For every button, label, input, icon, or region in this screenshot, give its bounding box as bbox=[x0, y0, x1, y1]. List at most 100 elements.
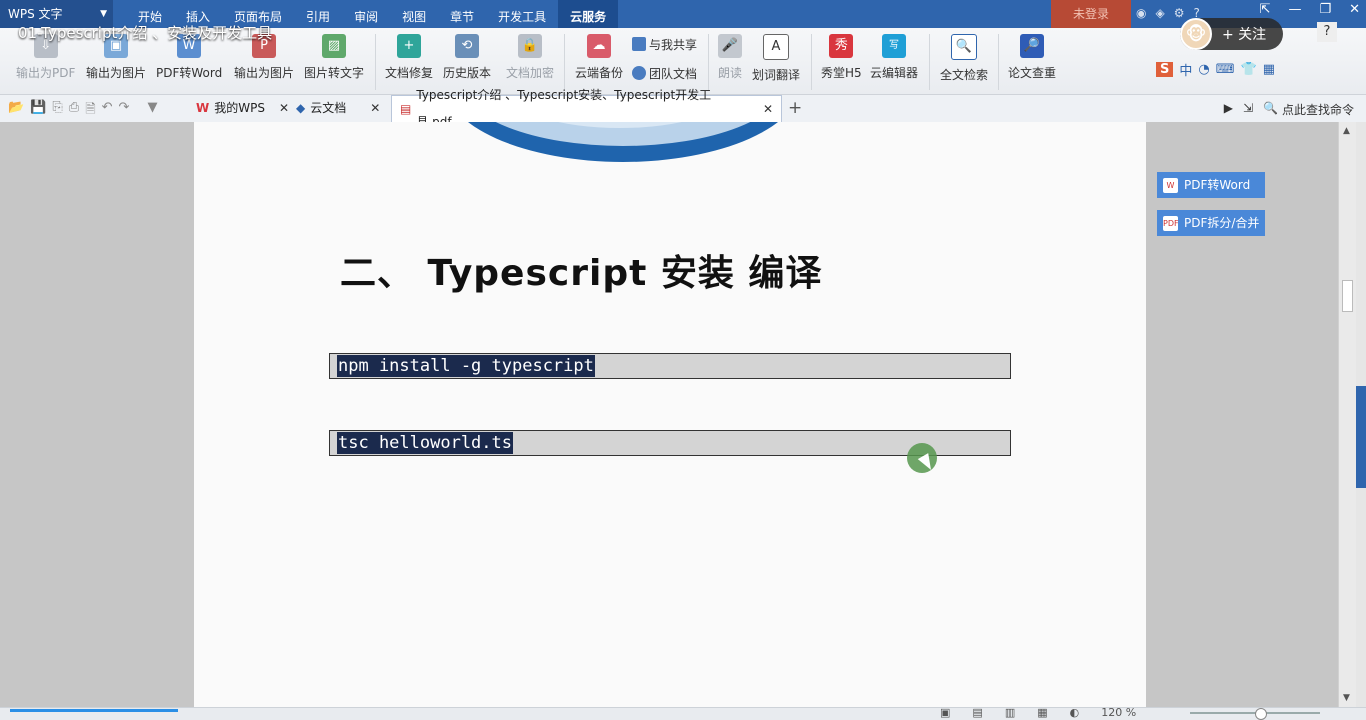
pdf-file-icon: ▤ bbox=[400, 101, 412, 116]
zoom-level[interactable]: 120 % bbox=[1101, 706, 1136, 719]
history-label: 历史版本 bbox=[443, 66, 492, 80]
pdf-to-word-side-button[interactable]: W PDF转Word bbox=[1157, 172, 1265, 198]
fulltext-search-button[interactable]: 🔍 全文检索 bbox=[940, 34, 988, 83]
code-line-install: npm install -g typescript bbox=[337, 355, 595, 377]
print-icon[interactable]: ⎙ bbox=[69, 100, 79, 122]
presentation-icon[interactable]: ▶ bbox=[1224, 101, 1233, 118]
page-view-icon[interactable]: ▣ bbox=[940, 706, 950, 719]
divider bbox=[998, 34, 999, 90]
vertical-scrollbar[interactable]: ▲ ▼ bbox=[1338, 122, 1357, 707]
new-tab-button[interactable]: + bbox=[788, 98, 802, 118]
grid-icon[interactable]: ▦ bbox=[1263, 62, 1275, 77]
zoom-slider-knob[interactable] bbox=[1255, 708, 1267, 720]
help-button[interactable]: ? bbox=[1317, 22, 1337, 42]
video-progress-bar bbox=[10, 709, 178, 712]
video-title: 01-Typescript介绍 、安装及开发工具 bbox=[18, 24, 273, 42]
save-icon[interactable]: 💾 bbox=[30, 100, 46, 122]
pin-icon[interactable]: ⇲ bbox=[1243, 101, 1253, 118]
tab-active-document[interactable]: ▤ Typescript介绍 、Typescript安装、Typescript开… bbox=[391, 88, 782, 129]
cloud-editor-button[interactable]: 写 云编辑器 bbox=[870, 34, 918, 81]
open-folder-icon[interactable]: 📂 bbox=[8, 100, 24, 122]
pdf-icon: W bbox=[1163, 177, 1178, 193]
restore-icon[interactable]: ⇱ bbox=[1260, 2, 1271, 17]
customize-dropdown-icon[interactable]: ▼ bbox=[147, 100, 157, 122]
share-icon bbox=[632, 37, 646, 51]
close-icon[interactable]: ✕ bbox=[763, 96, 773, 123]
menu-view[interactable]: 视图 bbox=[390, 0, 438, 28]
menu-cloud-service[interactable]: 云服务 bbox=[558, 0, 619, 28]
history-button[interactable]: ⟲ 历史版本 bbox=[443, 34, 491, 81]
sogou-ime-icon[interactable]: S bbox=[1156, 62, 1174, 77]
tab-my-wps[interactable]: W 我的WPS ✕ bbox=[196, 95, 289, 122]
save-as-icon[interactable]: ⎘ bbox=[52, 100, 62, 122]
pdf-split-merge-button[interactable]: PDF PDF拆分/合并 bbox=[1157, 210, 1265, 236]
document-page: 二、 Typescript 安装 编译 npm install -g types… bbox=[194, 122, 1146, 707]
cloud-backup-button[interactable]: ☁ 云端备份 bbox=[575, 34, 623, 81]
ribbon-right-tools: S 中 ◔ ⌨ 👕 ▦ bbox=[1156, 60, 1275, 79]
follow-button[interactable]: 🐵 + 关注 bbox=[1180, 18, 1283, 50]
tab-cloud-doc[interactable]: ◆ 云文档 ✕ bbox=[296, 95, 380, 122]
full-screen-icon[interactable]: ▤ bbox=[972, 706, 982, 719]
close-icon[interactable]: ✕ bbox=[370, 95, 380, 122]
settings-icon[interactable]: ⚙ bbox=[1174, 6, 1185, 20]
view-controls: ▣ ▤ ▥ ▦ ◐ 120 % bbox=[940, 706, 1136, 719]
code-line-compile: tsc helloworld.ts bbox=[337, 432, 513, 454]
web-view-icon[interactable]: ▦ bbox=[1037, 706, 1047, 719]
follow-label: + 关注 bbox=[1222, 27, 1267, 43]
xiutang-button[interactable]: 秀 秀堂H5 bbox=[821, 34, 862, 81]
close-icon[interactable]: ✕ bbox=[1349, 2, 1360, 17]
scroll-thumb[interactable] bbox=[1342, 280, 1353, 312]
scroll-up-icon[interactable]: ▲ bbox=[1343, 126, 1350, 136]
team-docs-button[interactable]: 团队文档 bbox=[632, 65, 697, 82]
pdf-to-word-side-label: PDF转Word bbox=[1184, 178, 1251, 192]
translate-button[interactable]: A 划词翻译 bbox=[752, 34, 800, 83]
menu-developer[interactable]: 开发工具 bbox=[486, 0, 558, 28]
side-panel-toggle[interactable] bbox=[1356, 386, 1366, 488]
menu-references[interactable]: 引用 bbox=[294, 0, 342, 28]
maximize-icon[interactable]: ❐ bbox=[1319, 2, 1331, 17]
eye-protect-icon[interactable]: ◐ bbox=[1070, 706, 1080, 719]
export-image-label: 输出为图片 bbox=[86, 66, 147, 80]
minimize-icon[interactable]: — bbox=[1288, 2, 1301, 17]
undo-icon[interactable]: ↶ bbox=[102, 100, 113, 122]
print-preview-icon[interactable]: 🗎 bbox=[85, 100, 95, 122]
pinyin-icon[interactable]: 中 bbox=[1179, 60, 1192, 79]
share-with-me-button[interactable]: 与我共享 bbox=[632, 36, 697, 53]
doc-encrypt-button[interactable]: 🔒 文档加密 bbox=[506, 34, 554, 81]
keyboard-icon[interactable]: ⌨ bbox=[1216, 62, 1235, 77]
microphone-icon: 🎤 bbox=[718, 34, 742, 58]
search-doc-icon: 🔍 bbox=[951, 34, 977, 60]
shirt-icon[interactable]: 👕 bbox=[1241, 62, 1257, 77]
pdf-icon: PDF bbox=[1163, 215, 1179, 231]
doc-encrypt-label: 文档加密 bbox=[506, 66, 555, 80]
punctuation-icon[interactable]: ◔ bbox=[1198, 62, 1209, 77]
doc-repair-button[interactable]: + 文档修复 bbox=[385, 34, 433, 81]
status-bar: ▣ ▤ ▥ ▦ ◐ 120 % bbox=[0, 706, 1366, 720]
divider bbox=[375, 34, 376, 90]
wps-icon: W bbox=[196, 101, 210, 115]
menu-review[interactable]: 审阅 bbox=[342, 0, 390, 28]
export-image2-label: 输出为图片 bbox=[234, 66, 295, 80]
search-icon[interactable]: 🔍 bbox=[1263, 101, 1278, 118]
image-to-text-button[interactable]: ▨ 图片转文字 bbox=[304, 34, 364, 81]
login-button[interactable]: 未登录 bbox=[1051, 0, 1131, 28]
read-aloud-button[interactable]: 🎤 朗读 bbox=[718, 34, 742, 81]
outline-view-icon[interactable]: ▥ bbox=[1005, 706, 1015, 719]
redo-icon[interactable]: ↷ bbox=[119, 100, 130, 122]
divider bbox=[811, 34, 812, 90]
export-pdf-label: 输出为PDF bbox=[16, 66, 76, 80]
search-command-input[interactable]: 点此查找命令 bbox=[1282, 101, 1354, 118]
skin-icon[interactable]: ◉ bbox=[1136, 6, 1146, 20]
image-to-text-label: 图片转文字 bbox=[304, 66, 365, 80]
feedback-icon[interactable]: ◈ bbox=[1155, 6, 1164, 20]
tab-bar: 📂 💾 ⎘ ⎙ 🗎 ↶ ↷ ▼ W 我的WPS ✕ ◆ 云文档 ✕ ▤ Type… bbox=[0, 88, 1366, 129]
cloud-editor-label: 云编辑器 bbox=[870, 66, 919, 80]
paper-check-button[interactable]: 🔎 论文查重 bbox=[1008, 34, 1056, 81]
fulltext-search-label: 全文检索 bbox=[940, 68, 989, 82]
menu-chapter[interactable]: 章节 bbox=[438, 0, 486, 28]
scroll-down-icon[interactable]: ▼ bbox=[1343, 693, 1350, 703]
history-icon: ⟲ bbox=[455, 34, 479, 58]
divider bbox=[929, 34, 930, 90]
lock-icon: 🔒 bbox=[518, 34, 542, 58]
close-icon[interactable]: ✕ bbox=[279, 95, 289, 122]
